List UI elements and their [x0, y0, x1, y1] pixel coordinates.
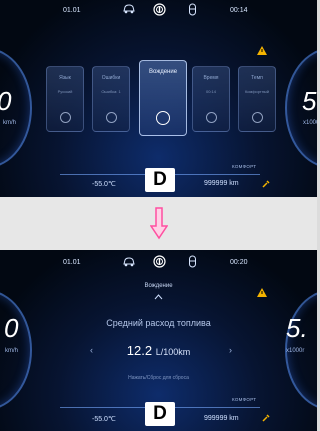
card-title: Вождение	[148, 69, 178, 75]
outside-temperature: -55.0℃	[92, 416, 116, 423]
temp-icon	[251, 112, 263, 123]
clock-icon	[205, 112, 217, 123]
outside-temperature: -55.0℃	[92, 181, 116, 188]
rpm-value: 5	[302, 86, 317, 116]
speed-unit: km/h	[3, 120, 17, 126]
brake-icon	[153, 255, 166, 268]
odometer: 999999 km	[204, 415, 239, 422]
chevron-up-icon[interactable]	[154, 294, 163, 300]
chevron-right-icon[interactable]: ›	[229, 345, 232, 355]
fuel-consumption-unit: L/100km	[155, 347, 191, 357]
time-readout: 00:14	[230, 7, 248, 14]
card-title: Язык	[59, 75, 71, 81]
steering-icon	[156, 111, 170, 125]
status-bar: 01.01 00:14	[0, 0, 317, 20]
gear-indicator: D	[145, 168, 175, 192]
car-icon	[123, 257, 135, 267]
date-readout: 01.01	[63, 259, 81, 266]
gear-indicator: D	[145, 402, 175, 426]
menu-card-temp[interactable]: Темп Комфортный	[238, 66, 276, 132]
menu-card-language[interactable]: Язык Русский	[46, 66, 84, 132]
globe-icon	[59, 112, 71, 123]
car-icon	[123, 4, 135, 14]
arrow-down-icon	[150, 207, 168, 240]
warning-icon	[257, 288, 267, 297]
card-title: Время	[203, 75, 219, 81]
odometer: 999999 km	[204, 180, 239, 187]
drive-mode-label: КОМФОРТ	[232, 164, 257, 169]
card-title: Ошибки	[101, 75, 121, 81]
fuel-consumption-value: 12.2	[126, 343, 153, 358]
menu-card-driving[interactable]: Вождение	[139, 60, 187, 136]
wrench-icon	[262, 180, 270, 188]
status-bar: 01.01 00:20	[0, 250, 317, 270]
drive-mode-label: КОМФОРТ	[232, 397, 257, 402]
warning-icon	[257, 46, 267, 55]
cluster-screen-after: 01.01 00:20 Вождение 0 km/h 5. x1000r Ср…	[0, 250, 317, 431]
card-subtitle: Комфортный	[244, 89, 270, 94]
card-subtitle: 00:14	[205, 89, 216, 94]
card-subtitle: Ошибка: 1	[101, 89, 121, 94]
time-readout: 00:20	[230, 259, 248, 266]
wrench-icon	[105, 112, 117, 123]
date-readout: 01.01	[63, 7, 81, 14]
card-subtitle: Русский	[57, 89, 73, 94]
cluster-screen-before: 01.01 00:14 0 km/h 5 x1000 Язык Русский …	[0, 0, 317, 197]
section-title: Вождение	[144, 283, 173, 289]
seatbelt-icon	[189, 3, 196, 16]
wrench-icon	[262, 414, 270, 422]
speed-value: 0	[0, 86, 11, 117]
info-label: Средний расход топлива	[106, 318, 211, 328]
seatbelt-icon	[189, 255, 196, 268]
rpm-unit: x1000	[303, 120, 317, 126]
menu-card-errors[interactable]: Ошибки Ошибка: 1	[92, 66, 130, 132]
brake-icon	[153, 3, 166, 16]
info-value-row: 12.2 L/100km	[0, 343, 317, 358]
transition-divider	[0, 197, 317, 250]
menu-card-time[interactable]: Время 00:14	[192, 66, 230, 132]
reset-hint: Нажать/Сброс для сброса	[128, 375, 189, 381]
card-title: Темп	[251, 75, 263, 81]
